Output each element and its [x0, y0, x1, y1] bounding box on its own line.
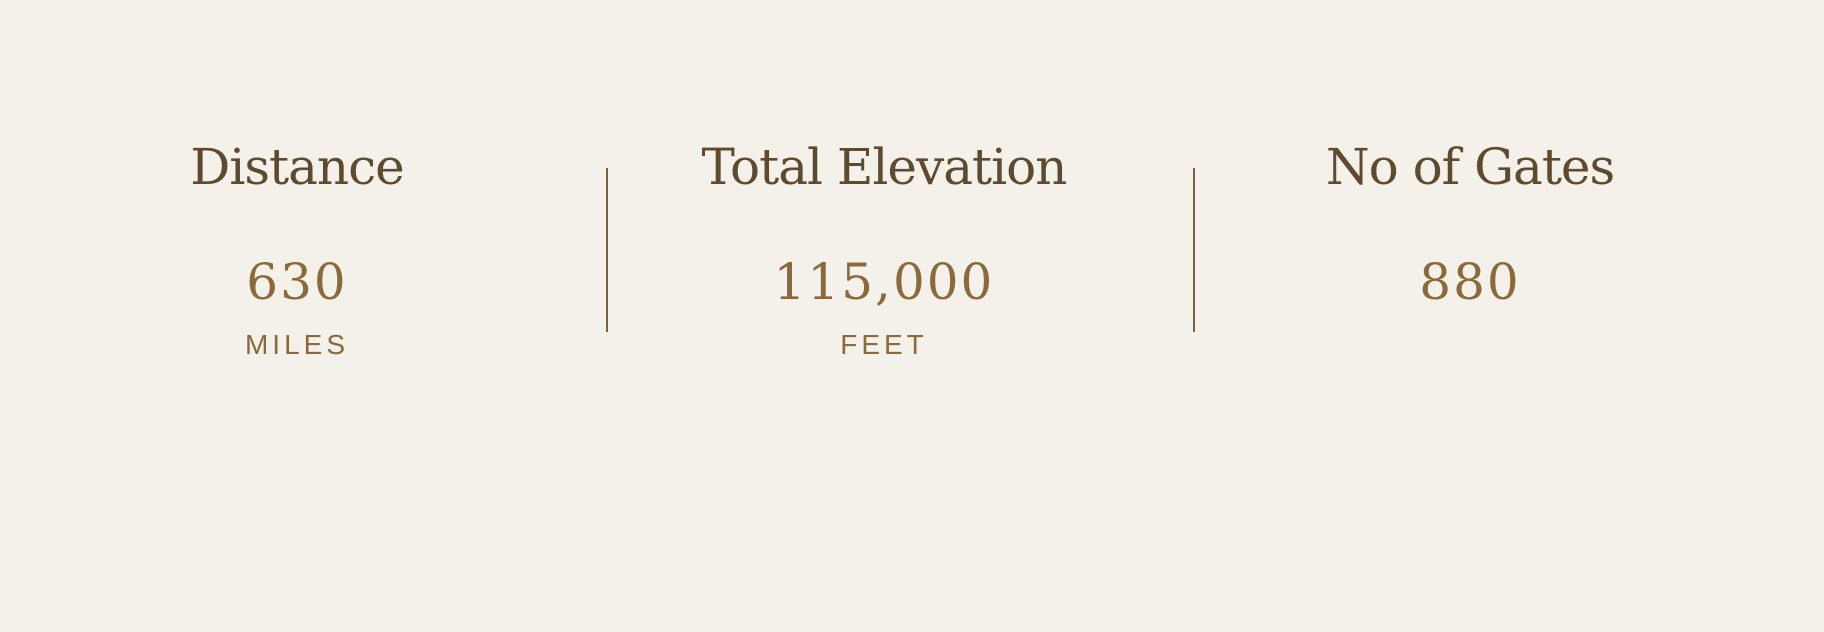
stat-heading: Distance: [190, 138, 404, 196]
stat-heading: No of Gates: [1325, 138, 1615, 196]
stat-unit: MILES: [244, 329, 350, 360]
stat-heading: Total Elevation: [701, 138, 1068, 196]
stat-value: 115,000: [773, 253, 995, 311]
stat-value: 880: [1419, 253, 1521, 311]
stat-value: 630: [246, 253, 348, 311]
stats-section: Distance 630 MILES Total Elevation 115,0…: [0, 0, 1824, 632]
stat-unit: FEET: [840, 329, 928, 360]
